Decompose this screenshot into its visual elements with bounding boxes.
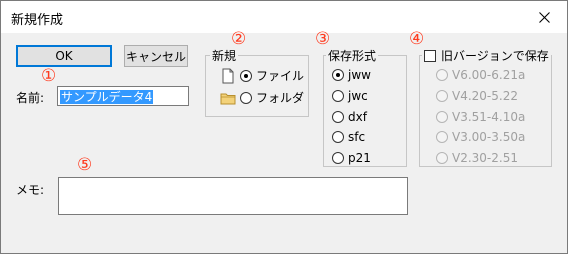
format-option-p21[interactable]: p21 (332, 151, 371, 165)
old-version-group: 旧バージョンで保存 V6.00-6.21a V4.20-5.22 V3.51-4… (419, 47, 552, 167)
old-version-option-5[interactable]: V2.30-2.51 (436, 151, 518, 165)
file-icon (220, 68, 236, 84)
old-version-radio-4[interactable] (436, 131, 448, 143)
close-icon (538, 11, 550, 23)
annotation-marker-4: ④ (409, 29, 425, 49)
old-version-label-5: V2.30-2.51 (452, 151, 518, 165)
cancel-button[interactable]: キャンセル (124, 45, 188, 67)
format-radio-sfc[interactable] (332, 131, 344, 143)
name-input[interactable]: サンプルデータ4 (57, 86, 189, 106)
new-type-file-radio[interactable] (240, 69, 252, 82)
old-version-radio-5[interactable] (436, 152, 448, 164)
old-version-label-3: V3.51-4.10a (452, 110, 526, 124)
new-file-dialog: 新規作成 OK キャンセル ① ② ③ ④ ⑤ 名前: サンプルデータ4 新規 (0, 0, 568, 254)
new-type-folder-radio[interactable] (240, 91, 252, 104)
annotation-marker-5: ⑤ (77, 155, 93, 175)
annotation-marker-1: ① (41, 66, 57, 86)
old-version-checkbox[interactable] (424, 49, 436, 62)
new-type-group-label: 新規 (210, 47, 239, 64)
title-bar: 新規作成 (1, 1, 567, 33)
new-type-folder-label: フォルダ (256, 91, 305, 105)
format-radio-jwc[interactable] (332, 90, 344, 102)
format-label-jww: jww (348, 68, 371, 82)
memo-textarea[interactable] (58, 177, 408, 215)
format-radio-jww[interactable] (332, 69, 344, 81)
close-button[interactable] (521, 1, 567, 33)
old-version-checkbox-row[interactable]: 旧バージョンで保存 (422, 47, 551, 64)
old-version-label-1: V6.00-6.21a (452, 68, 526, 82)
format-radio-dxf[interactable] (332, 111, 344, 123)
format-label-p21: p21 (348, 151, 371, 165)
new-type-file-option[interactable]: ファイル (220, 67, 304, 84)
ok-button[interactable]: OK (16, 45, 112, 67)
old-version-option-1[interactable]: V6.00-6.21a (436, 68, 525, 82)
format-radio-p21[interactable] (332, 152, 344, 164)
format-label-jwc: jwc (348, 89, 368, 103)
old-version-option-4[interactable]: V3.00-3.50a (436, 130, 525, 144)
window-title: 新規作成 (11, 13, 64, 28)
new-type-file-label: ファイル (256, 69, 305, 83)
old-version-option-3[interactable]: V3.51-4.10a (436, 110, 525, 124)
new-type-folder-option[interactable]: フォルダ (220, 89, 304, 106)
format-option-dxf[interactable]: dxf (332, 110, 367, 124)
save-format-group-label: 保存形式 (326, 47, 379, 64)
old-version-radio-1[interactable] (436, 69, 448, 81)
old-version-label-2: V4.20-5.22 (452, 89, 518, 103)
old-version-radio-2[interactable] (436, 90, 448, 102)
format-label-dxf: dxf (348, 110, 367, 124)
folder-icon (220, 90, 236, 106)
format-option-jww[interactable]: jww (332, 68, 371, 82)
format-option-sfc[interactable]: sfc (332, 130, 365, 144)
old-version-radio-3[interactable] (436, 111, 448, 123)
format-label-sfc: sfc (348, 130, 366, 144)
new-type-group: 新規 ファイル フォルダ (205, 47, 309, 117)
annotation-marker-3: ③ (315, 29, 331, 49)
name-input-value: サンプルデータ4 (60, 90, 154, 104)
memo-label: メモ: (16, 183, 45, 197)
save-format-group: 保存形式 jww jwc dxf sfc p21 (323, 47, 407, 167)
old-version-label-4: V3.00-3.50a (452, 130, 526, 144)
old-version-checkbox-label: 旧バージョンで保存 (441, 49, 549, 63)
name-label: 名前: (16, 91, 45, 105)
annotation-marker-2: ② (231, 29, 247, 49)
format-option-jwc[interactable]: jwc (332, 89, 368, 103)
old-version-option-2[interactable]: V4.20-5.22 (436, 89, 518, 103)
